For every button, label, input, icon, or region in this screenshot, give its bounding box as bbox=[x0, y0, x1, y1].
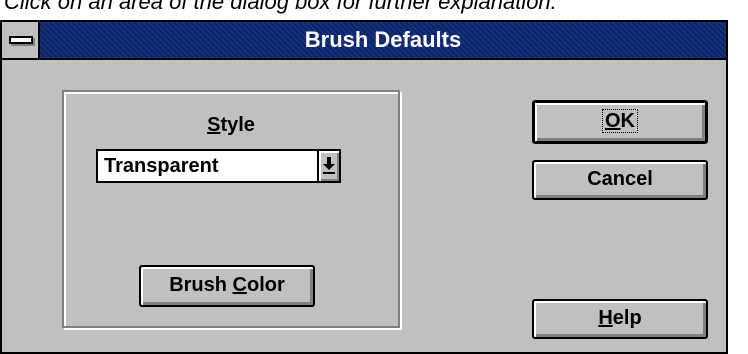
ok-button[interactable]: OK bbox=[532, 100, 708, 144]
brush-color-button[interactable]: Brush Color bbox=[139, 265, 315, 307]
style-selected-value: Transparent bbox=[104, 155, 219, 177]
style-label: Style bbox=[207, 114, 255, 136]
title-bar[interactable]: Brush Defaults bbox=[2, 22, 726, 60]
style-dropdown[interactable]: Transparent bbox=[96, 149, 341, 183]
help-hint-text: Click on an area of the dialog box for f… bbox=[4, 0, 557, 14]
cancel-button[interactable]: Cancel bbox=[532, 160, 708, 200]
system-menu-icon[interactable] bbox=[2, 22, 40, 58]
window-title: Brush Defaults bbox=[304, 27, 462, 52]
help-button[interactable]: Help bbox=[532, 299, 708, 339]
brush-defaults-dialog: Brush Defaults Style Transparent Brush C… bbox=[0, 20, 728, 354]
dropdown-arrow-icon[interactable] bbox=[317, 151, 339, 181]
